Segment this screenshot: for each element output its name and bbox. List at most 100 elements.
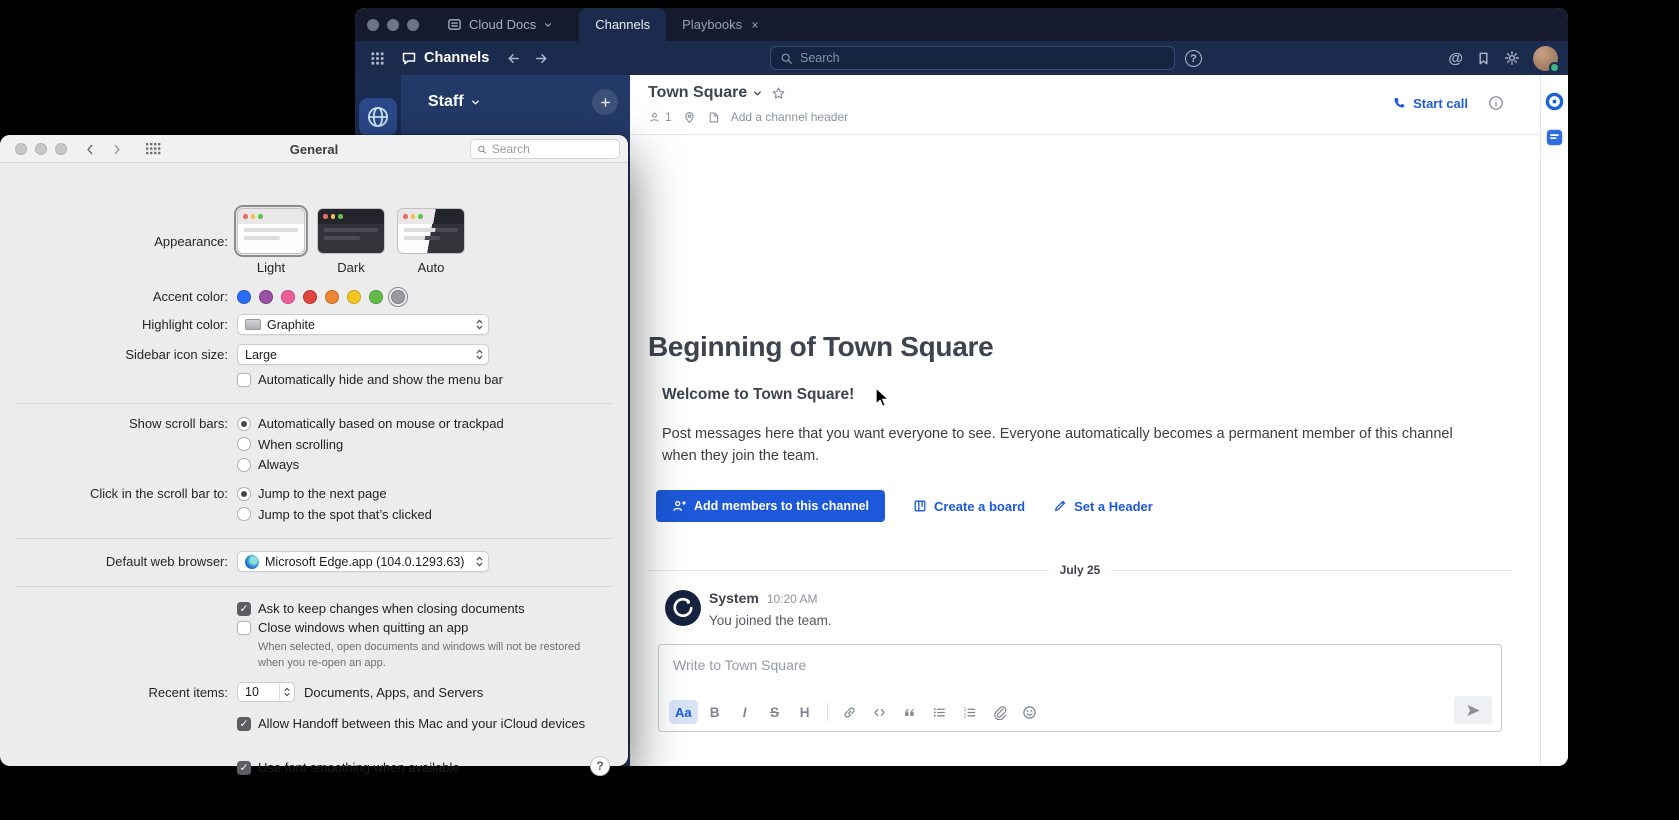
numbered-list-button[interactable]: 12 bbox=[957, 700, 983, 724]
font-smoothing-checkbox[interactable]: ✓ bbox=[237, 761, 251, 775]
accent-blue[interactable] bbox=[237, 290, 251, 304]
radio-label: Jump to the next page bbox=[258, 486, 387, 501]
prefs-search-field[interactable] bbox=[470, 139, 620, 159]
bulleted-list-button[interactable] bbox=[927, 700, 953, 724]
recent-items-stepper[interactable]: 10 bbox=[237, 682, 295, 702]
playbooks-app-icon[interactable] bbox=[1545, 128, 1564, 147]
emoji-button[interactable] bbox=[1017, 700, 1043, 724]
saved-posts-icon[interactable] bbox=[1476, 51, 1491, 66]
members-count-button[interactable]: 1 bbox=[648, 110, 672, 124]
forward-button[interactable] bbox=[104, 139, 128, 159]
radio-option[interactable]: Jump to the next page bbox=[237, 486, 432, 501]
stepper-arrows[interactable] bbox=[279, 683, 294, 701]
boards-app-icon[interactable] bbox=[1544, 91, 1565, 112]
channel-info-icon[interactable] bbox=[1488, 95, 1504, 111]
appearance-thumb-light[interactable] bbox=[237, 208, 305, 254]
link-button[interactable] bbox=[837, 700, 863, 724]
minimize-window-button[interactable] bbox=[387, 19, 399, 31]
appearance-thumb-auto[interactable] bbox=[397, 208, 465, 254]
mentions-icon[interactable]: @ bbox=[1448, 50, 1463, 67]
message-input[interactable] bbox=[659, 645, 1501, 673]
workspace-selector[interactable]: Cloud Docs bbox=[447, 17, 553, 32]
accent-green[interactable] bbox=[369, 290, 383, 304]
channel-view: Town Square 1 bbox=[630, 75, 1540, 766]
history-back-button[interactable] bbox=[499, 45, 527, 71]
radio-option[interactable]: Jump to the spot that’s clicked bbox=[237, 507, 432, 522]
radio-jump-next-page[interactable] bbox=[237, 487, 251, 501]
ask-keep-changes-checkbox[interactable]: ✓ bbox=[237, 602, 251, 616]
set-header-button[interactable]: Set a Header bbox=[1053, 499, 1153, 514]
close-window-button[interactable] bbox=[367, 19, 379, 31]
zoom-window-button[interactable] bbox=[407, 19, 419, 31]
team-icon-staff[interactable] bbox=[359, 98, 397, 136]
favorite-star-icon[interactable] bbox=[771, 86, 786, 101]
attach-file-button[interactable] bbox=[987, 700, 1013, 724]
bold-button[interactable]: B bbox=[702, 700, 728, 724]
global-search[interactable] bbox=[770, 46, 1175, 70]
add-channel-button[interactable] bbox=[592, 89, 618, 115]
radio-option[interactable]: Always bbox=[237, 457, 504, 472]
send-message-button[interactable] bbox=[1454, 696, 1492, 724]
product-switcher-button[interactable] bbox=[363, 45, 391, 71]
highlight-color-select[interactable]: Graphite bbox=[237, 314, 489, 335]
formatting-toggle-button[interactable]: Aa bbox=[669, 700, 698, 724]
radio-option[interactable]: When scrolling bbox=[237, 437, 504, 452]
handoff-checkbox[interactable]: ✓ bbox=[237, 717, 251, 731]
product-title: Channels bbox=[401, 50, 489, 66]
appearance-thumb-dark[interactable] bbox=[317, 208, 385, 254]
appearance-option-dark[interactable]: Dark bbox=[317, 208, 385, 275]
search-input[interactable] bbox=[800, 51, 1165, 65]
channel-name-menu[interactable]: Town Square bbox=[648, 84, 763, 102]
pinned-posts-icon[interactable] bbox=[683, 111, 696, 124]
accent-purple[interactable] bbox=[259, 290, 273, 304]
sidebar-icon-size-select[interactable]: Large bbox=[237, 344, 489, 365]
message-sender[interactable]: System bbox=[709, 590, 759, 606]
radio-option[interactable]: Automatically based on mouse or trackpad bbox=[237, 416, 504, 431]
history-forward-button[interactable] bbox=[527, 45, 555, 71]
close-window-button[interactable] bbox=[15, 143, 27, 155]
create-board-button[interactable]: Create a board bbox=[913, 499, 1025, 514]
search-icon bbox=[780, 52, 793, 65]
accent-graphite[interactable] bbox=[391, 290, 405, 304]
heading-button[interactable]: H bbox=[792, 700, 818, 724]
add-members-button[interactable]: Add members to this channel bbox=[656, 490, 885, 522]
accent-yellow[interactable] bbox=[347, 290, 361, 304]
date-divider-label[interactable]: July 25 bbox=[1049, 563, 1112, 577]
close-windows-checkbox[interactable] bbox=[237, 621, 251, 635]
appearance-option-light[interactable]: Light bbox=[237, 208, 305, 275]
menubar-checkbox[interactable] bbox=[237, 373, 251, 387]
accent-red[interactable] bbox=[303, 290, 317, 304]
quote-button[interactable] bbox=[897, 700, 923, 724]
strikethrough-button[interactable]: S bbox=[762, 700, 788, 724]
user-avatar[interactable] bbox=[1533, 46, 1558, 71]
help-button[interactable]: ? bbox=[590, 756, 610, 776]
radio-always[interactable] bbox=[237, 458, 251, 472]
accent-pink[interactable] bbox=[281, 290, 295, 304]
code-button[interactable] bbox=[867, 700, 893, 724]
tab-playbooks[interactable]: Playbooks bbox=[666, 8, 776, 41]
team-name-menu[interactable]: Staff bbox=[428, 93, 481, 111]
settings-gear-icon[interactable] bbox=[1504, 50, 1520, 66]
start-call-button[interactable]: Start call bbox=[1393, 96, 1468, 111]
zoom-window-button[interactable] bbox=[55, 143, 67, 155]
team-name-label: Staff bbox=[428, 93, 464, 111]
numbered-list-icon: 12 bbox=[962, 705, 977, 720]
accent-orange[interactable] bbox=[325, 290, 339, 304]
minimize-window-button[interactable] bbox=[35, 143, 47, 155]
radio-automatically[interactable] bbox=[237, 417, 251, 431]
close-tab-icon[interactable] bbox=[750, 20, 760, 30]
appearance-option-auto[interactable]: Auto bbox=[397, 208, 465, 275]
channel-files-icon[interactable] bbox=[707, 111, 720, 124]
traffic-lights bbox=[355, 19, 429, 31]
tab-channels[interactable]: Channels bbox=[579, 8, 666, 41]
italic-button[interactable]: I bbox=[732, 700, 758, 724]
prefs-search-input[interactable] bbox=[492, 142, 613, 156]
radio-jump-to-spot[interactable] bbox=[237, 507, 251, 521]
show-all-preferences-button[interactable] bbox=[140, 139, 166, 159]
radio-when-scrolling[interactable] bbox=[237, 437, 251, 451]
help-icon[interactable]: ? bbox=[1185, 50, 1202, 67]
add-channel-header-button[interactable]: Add a channel header bbox=[731, 110, 848, 124]
default-browser-select[interactable]: Microsoft Edge.app (104.0.1293.63) bbox=[237, 551, 489, 572]
back-button[interactable] bbox=[78, 139, 102, 159]
channel-intro-description: Post messages here that you want everyon… bbox=[662, 423, 1484, 468]
